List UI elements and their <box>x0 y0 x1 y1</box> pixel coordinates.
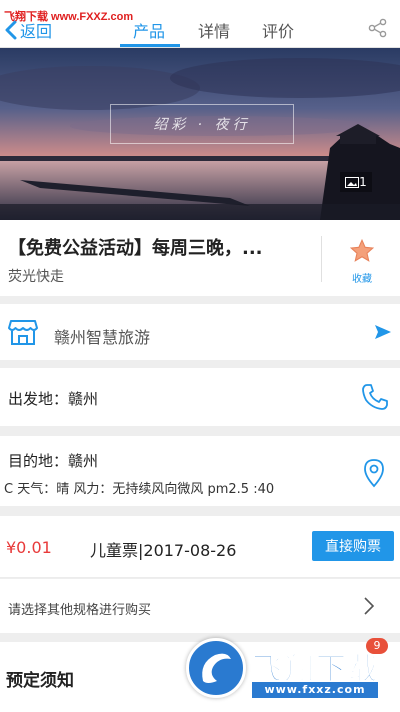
spec-select-row[interactable]: 请选择其他规格进行购买 <box>0 579 400 633</box>
destination-row: 目的地：赣州 C 天气：晴 风力：无持续风向微风 pm2.5 :40 <box>0 436 400 506</box>
destination-text: 目的地：赣州 <box>8 450 98 471</box>
shop-row[interactable]: 赣州智慧旅游 <box>0 304 400 360</box>
spec-select-text: 请选择其他规格进行购买 <box>8 603 152 618</box>
destination-value: 赣州 <box>68 452 99 470</box>
departure-value: 赣州 <box>68 390 99 408</box>
product-title-card: 【免费公益活动】每周三晚，... 荧光快走 收藏 <box>0 220 400 296</box>
store-icon <box>8 320 38 345</box>
site-watermark: 飞翔下载 www.FXXZ.com <box>4 11 134 23</box>
favorite-button[interactable]: 收藏 <box>340 238 384 285</box>
ticket-name: 儿童票|2017-08-26 <box>90 541 237 560</box>
tab-product-label: 产品 <box>133 22 166 41</box>
departure-row: 出发地：赣州 <box>0 368 400 426</box>
tab-details-label: 详情 <box>198 22 231 41</box>
destination-label: 目的地： <box>8 452 69 470</box>
tab-product[interactable]: 产品 <box>133 18 165 42</box>
divider <box>321 236 322 282</box>
image-icon <box>345 176 360 188</box>
share-button[interactable] <box>368 18 388 42</box>
photo-count: 1 <box>359 175 367 189</box>
call-button[interactable] <box>360 382 390 416</box>
top-nav-bar: 返回 飞翔下载 www.FXXZ.com 产品 详情 评价 <box>0 0 400 48</box>
tab-reviews-label: 评价 <box>262 22 295 41</box>
product-title: 【免费公益活动】每周三晚，... <box>8 238 263 259</box>
ticket-price: ¥0.01 <box>6 538 52 557</box>
buy-now-button[interactable]: 直接购票 <box>312 531 394 561</box>
location-button[interactable] <box>362 458 386 492</box>
shop-name: 赣州智慧旅游 <box>54 328 151 347</box>
photo-count-badge[interactable]: 1 <box>340 172 372 192</box>
tab-details[interactable]: 详情 <box>198 18 230 42</box>
product-detail-page: 返回 飞翔下载 www.FXXZ.com 产品 详情 评价 绍彩 · 夜行 1 … <box>0 0 400 712</box>
phone-icon <box>362 384 388 410</box>
share-icon <box>368 18 387 38</box>
product-subtitle: 荧光快走 <box>8 269 64 285</box>
logo-swirl-icon <box>202 653 231 683</box>
hero-caption: 绍彩 · 夜行 <box>110 104 294 144</box>
chevron-right-icon <box>364 597 374 615</box>
notification-badge: 9 <box>366 638 388 654</box>
tab-reviews[interactable]: 评价 <box>262 18 294 42</box>
departure-label: 出发地： <box>8 390 69 408</box>
weather-info: C 天气：晴 风力：无持续风向微风 pm2.5 :40 <box>4 482 275 497</box>
logo-emblem <box>186 638 246 698</box>
star-icon <box>349 238 375 262</box>
booking-notice-title: 预定须知 <box>6 671 74 691</box>
logo-url-text: www.fxxz.com <box>252 682 378 698</box>
departure-text: 出发地：赣州 <box>8 388 98 409</box>
favorite-label: 收藏 <box>352 274 372 285</box>
hero-image[interactable]: 绍彩 · 夜行 1 <box>0 48 400 220</box>
active-tab-indicator <box>120 44 180 47</box>
location-pin-icon <box>364 459 384 488</box>
send-arrow-icon <box>375 325 391 339</box>
logo-watermark: 飞翔下载 www.fxxz.com 9 <box>186 638 400 702</box>
ticket-row: ¥0.01 儿童票|2017-08-26 直接购票 <box>0 516 400 578</box>
